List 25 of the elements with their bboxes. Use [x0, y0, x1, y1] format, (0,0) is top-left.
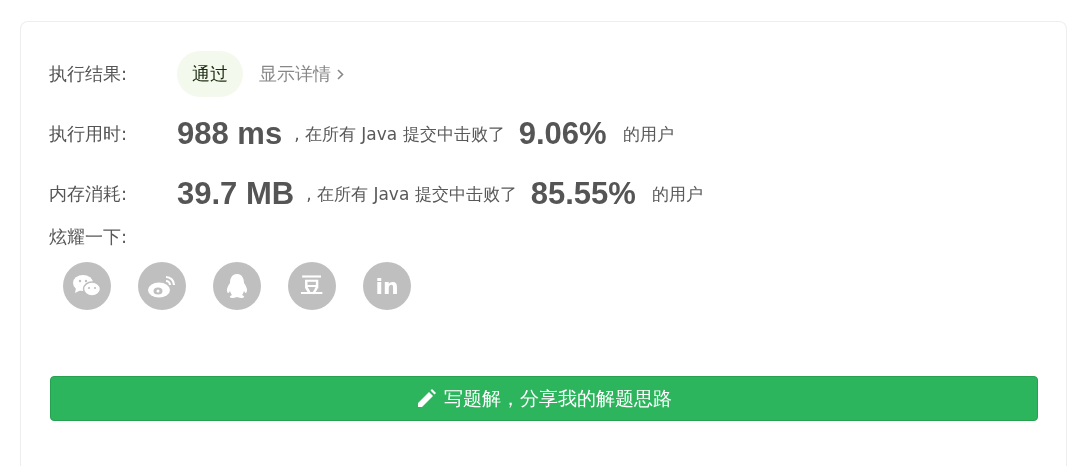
share-button[interactable] — [213, 262, 261, 310]
penguin-icon — [224, 272, 250, 300]
field-label: 内存消耗: — [49, 182, 129, 206]
stat-value: 988 ms — [177, 116, 283, 152]
write-solution-button[interactable]: 写题解，分享我的解题思路 — [50, 376, 1038, 421]
eye-signal-icon — [147, 273, 177, 299]
chevron-icon — [337, 68, 344, 80]
pencil-icon — [416, 388, 436, 409]
comparison-text: , 在所有 Java 提交中击败了 — [294, 122, 505, 146]
field-label: 执行用时: — [49, 122, 129, 146]
details-link[interactable]: 显示详情 — [259, 62, 344, 86]
share-button[interactable]: 豆 — [288, 262, 336, 310]
stat-value: 39.7 MB — [177, 176, 295, 212]
share-label: 炫耀一下: — [49, 225, 129, 249]
suffix-text: 的用户 — [622, 122, 674, 146]
percentile-value: 9.06% — [518, 116, 607, 152]
comparison-text: , 在所有 Java 提交中击败了 — [306, 182, 517, 206]
status-badge: 通过 — [177, 51, 243, 97]
field-label: 执行结果: — [49, 62, 129, 86]
share-button[interactable] — [63, 262, 111, 310]
chat-bubbles-icon — [72, 273, 102, 299]
share-button[interactable] — [138, 262, 186, 310]
percentile-value: 85.55% — [530, 176, 636, 212]
suffix-text: 的用户 — [651, 182, 703, 206]
share-button[interactable]: in — [363, 262, 411, 310]
